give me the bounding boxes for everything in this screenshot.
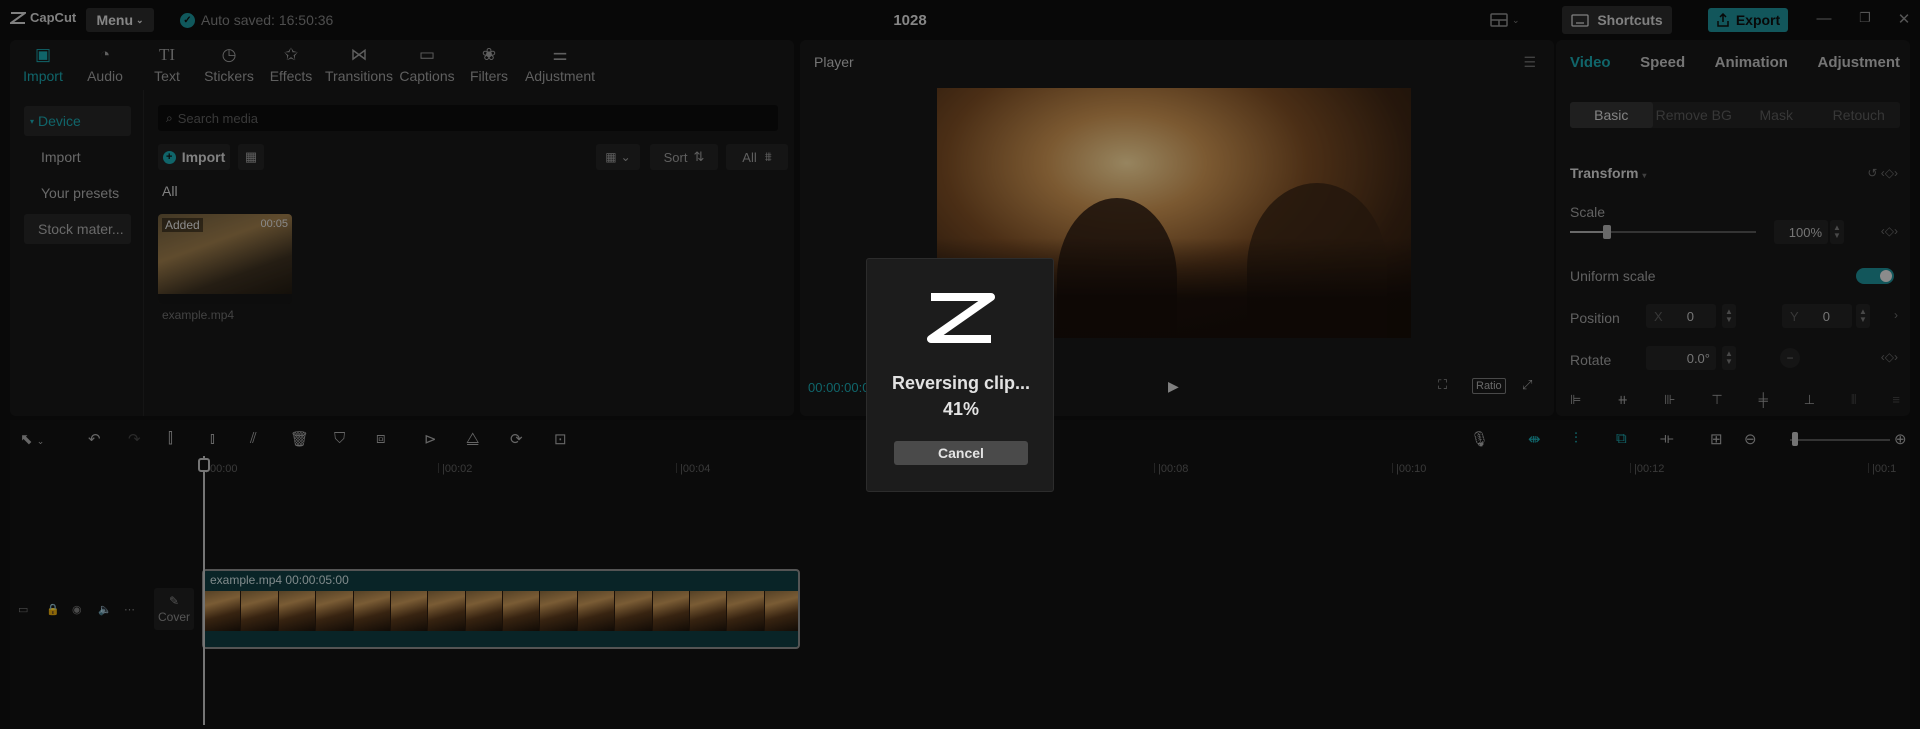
cancel-button[interactable]: Cancel <box>894 441 1028 465</box>
capcut-logo-icon <box>927 293 995 343</box>
progress-message: Reversing clip... <box>891 373 1031 393</box>
capcut-app: CapCut Menu ⌄ ✓ Auto saved: 16:50:36 1028 … <box>0 0 1920 729</box>
progress-percentage: 41% <box>942 399 980 419</box>
reversing-dialog: Reversing clip... 41% Cancel <box>866 258 1054 492</box>
